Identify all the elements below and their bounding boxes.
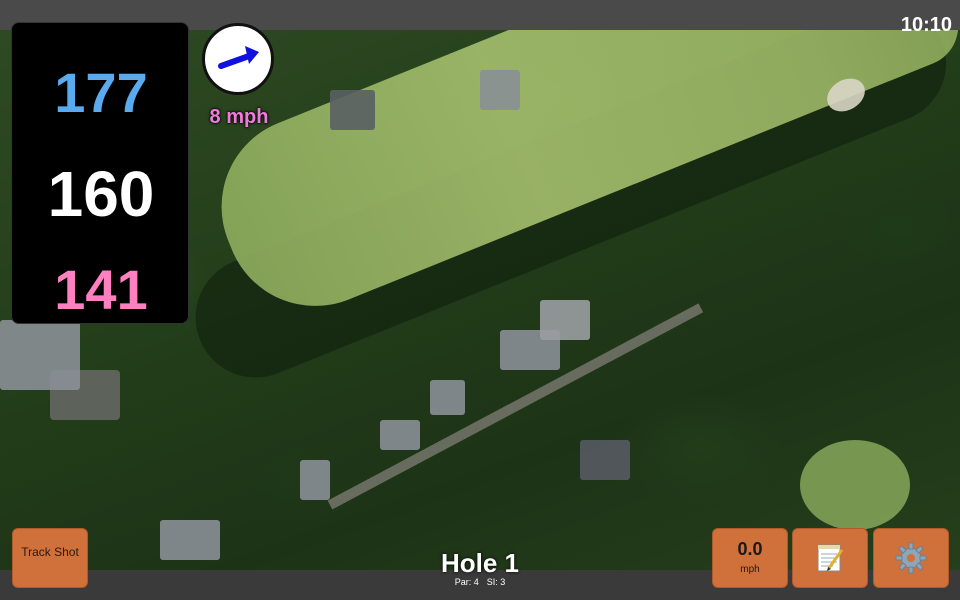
- hole-info: Par: 4 SI: 3: [380, 577, 580, 587]
- green: [800, 440, 910, 530]
- house-roof: [300, 460, 330, 500]
- house-roof: [580, 440, 630, 480]
- golf-gps-screen: 10:10 177 160 141 8 mph Track Shot Hole …: [0, 0, 960, 600]
- speed-value: 0.0: [737, 539, 763, 559]
- arrow-icon: [218, 46, 259, 69]
- yardage-panel: 177 160 141: [11, 22, 189, 324]
- hole-par: Par: 4: [454, 577, 479, 587]
- speed-button[interactable]: 0.0 mph: [712, 528, 788, 588]
- wind-direction-dial: [202, 23, 274, 95]
- house-roof: [380, 420, 420, 450]
- settings-button[interactable]: [873, 528, 949, 588]
- house-roof: [480, 70, 520, 110]
- track-shot-button[interactable]: Track Shot: [12, 528, 88, 588]
- track-shot-label: Track Shot: [21, 545, 79, 559]
- hole-stroke-index: SI: 3: [486, 577, 506, 587]
- clock: 10:10: [900, 14, 952, 36]
- middle-distance: 160: [47, 158, 155, 230]
- house-roof: [540, 300, 590, 340]
- house-roof: [0, 320, 80, 390]
- house-roof: [430, 380, 465, 415]
- front-distance: 141: [54, 258, 148, 321]
- speed-unit: mph: [740, 564, 760, 575]
- house-roof: [330, 90, 375, 130]
- house-roof: [160, 520, 220, 560]
- notes-button[interactable]: [792, 528, 868, 588]
- back-distance: 177: [54, 61, 148, 124]
- gear-icon: [895, 542, 927, 574]
- wind-speed: 8 mph: [209, 106, 269, 128]
- notepad-icon: [817, 544, 844, 572]
- hole-title[interactable]: Hole 1: [380, 548, 580, 579]
- fairway: [194, 30, 960, 334]
